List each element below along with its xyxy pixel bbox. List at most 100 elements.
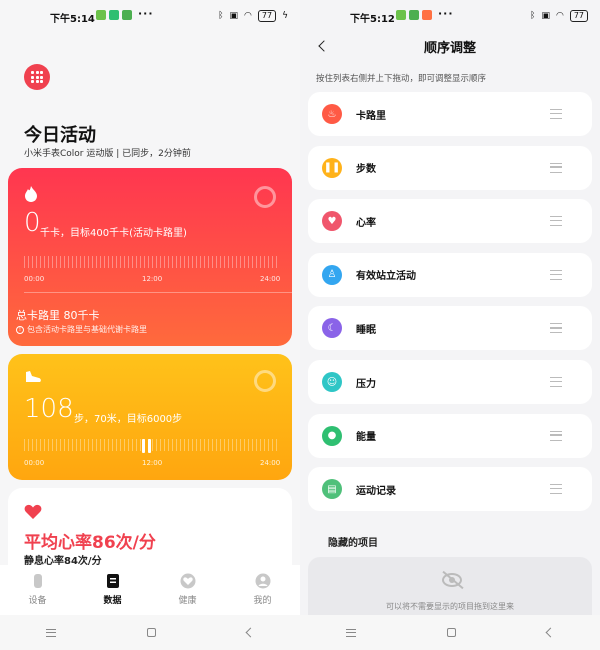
notification-icons: [396, 10, 432, 20]
drag-handle-icon[interactable]: [550, 430, 562, 441]
recent-apps-icon[interactable]: [345, 628, 356, 637]
nav-health[interactable]: 健康: [150, 565, 225, 615]
info-icon: !: [16, 325, 24, 334]
order-item-label: 睡眠: [356, 324, 376, 336]
heart-icon: ♥: [322, 211, 342, 232]
back-icon[interactable]: [245, 627, 256, 638]
flame-icon: [25, 186, 37, 202]
nav-data[interactable]: 数据: [75, 565, 150, 615]
home-icon[interactable]: [446, 628, 456, 637]
order-item[interactable]: ♙ 有效站立活动: [308, 252, 592, 297]
bluetooth-icon: ᛒ: [218, 11, 224, 21]
hidden-items-hint: 可以将不需要显示的项目拖到这里来: [386, 602, 514, 611]
order-item-label: 卡路里: [356, 110, 386, 122]
record-icon: ▤: [322, 479, 342, 500]
order-item-label: 压力: [356, 378, 376, 390]
steps-value: 108: [24, 394, 74, 424]
order-item[interactable]: ☾ 睡眠: [308, 306, 592, 351]
apps-menu-button[interactable]: [24, 64, 50, 90]
sim-icon: ▣: [541, 11, 550, 21]
status-time: 下午5:12: [350, 14, 395, 25]
drag-handle-icon[interactable]: [550, 269, 562, 280]
order-item-label: 步数: [356, 164, 376, 176]
page-title: 今日活动: [24, 125, 96, 146]
steps-card[interactable]: 108 步，70米，目标6000步 00:00 12:00 24:00: [8, 354, 292, 480]
wifi-icon: ◠: [244, 11, 252, 21]
timeline-tick: 00:00: [24, 275, 45, 283]
order-item-label: 运动记录: [356, 485, 396, 497]
home-icon[interactable]: [146, 628, 156, 637]
standing-person-icon: ♙: [322, 264, 342, 285]
steps-progress-ring: [254, 370, 276, 392]
total-calories: 总卡路里 80千卡: [16, 309, 100, 322]
average-heart-rate: 平均心率86次/分: [24, 533, 156, 553]
calories-progress-ring: [254, 186, 276, 208]
nav-label: 设备: [28, 596, 47, 606]
data-icon: [106, 574, 119, 588]
flame-icon: ♨: [322, 104, 342, 124]
profile-icon: [255, 573, 270, 589]
calories-value: 0: [24, 208, 41, 238]
bottom-nav: 设备 数据 健康 我的: [0, 565, 300, 615]
more-notifications-icon: ···: [138, 7, 154, 20]
nav-device[interactable]: 设备: [0, 565, 75, 615]
smile-icon: ☺: [322, 372, 342, 392]
page-title: 顺序调整: [423, 41, 476, 56]
moon-icon: ☾: [322, 318, 342, 339]
charging-icon: ϟ: [282, 11, 288, 21]
system-nav-bar: [0, 615, 300, 650]
order-item[interactable]: ▤ 运动记录: [308, 467, 592, 512]
order-item[interactable]: ♨ 卡路里: [308, 92, 592, 136]
drag-handle-icon[interactable]: [550, 484, 562, 495]
order-item-label: 心率: [356, 217, 376, 229]
drag-hint: 按住列表右侧并上下拖动，即可调整显示顺序: [316, 74, 487, 84]
health-icon: [180, 573, 195, 589]
card-divider: [24, 292, 292, 293]
drag-handle-icon[interactable]: [550, 216, 562, 227]
drag-handle-icon[interactable]: [550, 109, 562, 119]
battery-icon: 77: [257, 10, 277, 22]
order-item[interactable]: ☺ 压力: [308, 360, 592, 404]
timeline-tick: 12:00: [142, 275, 163, 283]
status-bar: 下午5:14 ··· ᛒ ▣ ◠ 77 ϟ: [0, 0, 300, 32]
status-bar: 下午5:12 ··· ᛒ ▣ ◠ 77: [300, 0, 600, 32]
watch-icon: [33, 574, 42, 588]
activity-screen: 下午5:14 ··· ᛒ ▣ ◠ 77 ϟ 今日活动 小米手表Color 运动版…: [0, 0, 300, 650]
nav-label: 数据: [103, 596, 122, 606]
steps-goal-text: 步，70米，目标6000步: [74, 414, 183, 425]
timeline-tick: 24:00: [260, 459, 281, 467]
order-adjust-screen: 下午5:12 ··· ᛒ ▣ ◠ 77 顺序调整 按住列表右侧并上下拖动，即可调…: [300, 0, 600, 650]
system-status-icons: ᛒ ▣ ◠ 77 ϟ: [218, 10, 288, 22]
chat-bubble-icon: ●: [322, 425, 342, 446]
nav-label: 健康: [178, 596, 197, 606]
drag-handle-icon[interactable]: [550, 162, 562, 173]
order-item[interactable]: ● 能量: [308, 413, 592, 458]
drag-handle-icon[interactable]: [550, 377, 562, 387]
back-icon[interactable]: [545, 627, 556, 638]
order-item[interactable]: ♥ 心率: [308, 199, 592, 244]
app-notification-icon: [96, 10, 106, 20]
calories-note-text: 包含活动卡路里与基础代谢卡路里: [27, 325, 147, 334]
calories-timeline: [24, 256, 278, 268]
system-nav-bar: [300, 615, 600, 650]
hidden-items-dropzone[interactable]: 可以将不需要显示的项目拖到这里来: [308, 557, 592, 615]
grid-icon: [31, 71, 43, 83]
steps-timeline: [24, 439, 278, 451]
sim-icon: ▣: [229, 11, 239, 21]
notification-icons: [96, 10, 132, 20]
heart-icon: [24, 504, 42, 519]
back-button[interactable]: [314, 38, 334, 54]
app-notification-icon: [122, 10, 132, 20]
app-notification-icon: [422, 10, 432, 20]
order-item[interactable]: ❚❚ 步数: [308, 145, 592, 190]
shoe-icon: [26, 371, 41, 382]
app-notification-icon: [396, 10, 406, 20]
recent-apps-icon[interactable]: [45, 628, 56, 637]
nav-profile[interactable]: 我的: [225, 565, 300, 615]
bluetooth-icon: ᛒ: [530, 11, 536, 21]
order-item-label: 有效站立活动: [356, 271, 416, 283]
drag-handle-icon[interactable]: [550, 323, 562, 334]
status-time: 下午5:14: [50, 14, 95, 25]
calories-note: ! 包含活动卡路里与基础代谢卡路里: [16, 324, 147, 335]
system-status-icons: ᛒ ▣ ◠ 77: [530, 10, 588, 22]
